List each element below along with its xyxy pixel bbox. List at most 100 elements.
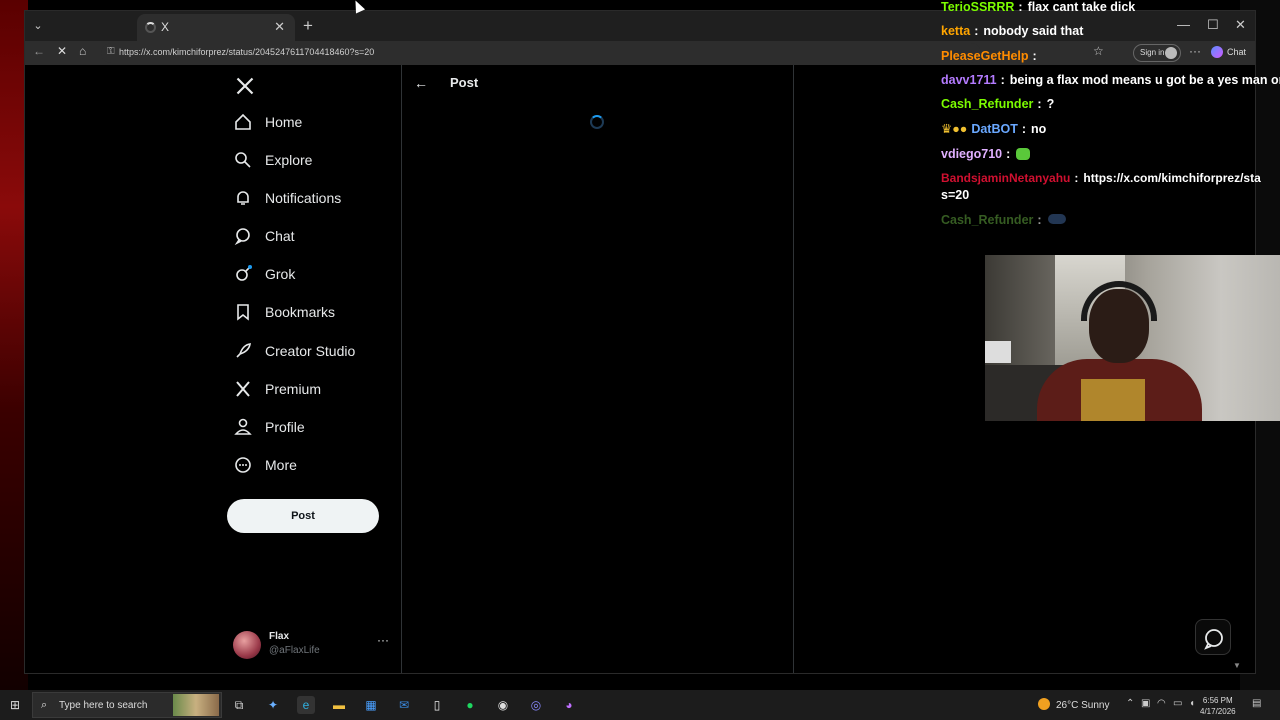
nav-item-label: Grok (265, 266, 296, 282)
url-text: https://x.com/kimchiforprez/status/20452… (119, 47, 375, 57)
home-icon (235, 113, 251, 130)
nav-item-label: Creator Studio (265, 343, 356, 359)
clock-date: 4/17/2026 (1200, 707, 1236, 716)
page-title: Post (450, 75, 479, 90)
lock-icon: ⚿ (107, 46, 115, 57)
chat-message: Cash_Refunder:? (941, 97, 1055, 111)
nav-item-premium[interactable]: Premium (233, 374, 321, 404)
search-icon: ⌕ (41, 699, 48, 711)
mail-icon[interactable]: ✉ (395, 696, 413, 714)
nav-item-label: Profile (265, 419, 305, 435)
post-button[interactable]: Post (227, 499, 379, 533)
x-logo-icon[interactable] (235, 75, 255, 97)
account-name: Flax (269, 631, 290, 642)
chat-message: ♛●● DatBOT: no (941, 122, 1047, 136)
chat-text: nobody said that (983, 24, 1084, 38)
tray-app-icon[interactable]: ▣ (1141, 698, 1150, 709)
chat-username: vdiego710 (941, 147, 1003, 161)
weather-widget[interactable]: 26°C Sunny (1038, 698, 1109, 711)
volume-icon[interactable]: ◖ (1189, 698, 1195, 709)
store-icon[interactable]: ▦ (362, 696, 380, 714)
nav-item-more[interactable]: More (233, 450, 297, 480)
chat-message: TerioSSRRR: flax cant take dick (941, 0, 1136, 14)
bell-icon (237, 191, 249, 205)
chat-badge-icons: ♛●● (941, 122, 968, 136)
windows-start-icon[interactable]: ⊞ (6, 696, 24, 714)
tab-close-icon[interactable]: ✕ (274, 19, 285, 35)
nav-item-explore[interactable]: Explore (233, 145, 312, 175)
nav-item-grok[interactable]: Grok (233, 259, 295, 289)
chat-bubble-icon (234, 228, 250, 246)
network-icon[interactable]: ◠ (1157, 698, 1166, 709)
back-arrow-icon[interactable]: ← (33, 44, 45, 58)
chat-message: davv1711: being a flax mod means u got be… (941, 73, 1280, 87)
copilot-icon (1211, 46, 1223, 58)
nav-item-home[interactable]: Home (233, 107, 302, 137)
obs-icon[interactable]: ◉ (494, 696, 512, 714)
browser-tab[interactable]: X ✕ (137, 14, 295, 41)
app-icon[interactable]: ◎ (527, 696, 545, 714)
home-button-icon[interactable]: ⌂ (79, 44, 86, 58)
browser-toolbar: ← ✕ ⌂ ⚿ https://x.com/kimchiforprez/stat… (25, 41, 1255, 65)
chat-text: s=20 (941, 188, 970, 202)
maximize-icon[interactable]: ☐ (1207, 17, 1219, 33)
chat-username: Cash_Refunder (941, 97, 1034, 111)
notifications-icon[interactable]: ▤ (1252, 698, 1261, 709)
copilot-app-icon[interactable]: ✦ (264, 696, 282, 714)
account-switcher[interactable]: Flax @aFlaxLife ··· (233, 631, 393, 665)
windows-taskbar: ⊞ ⌕ Type here to search ⧉ ✦ e ▬ ▦ ✉ ▯ ● … (0, 690, 1280, 720)
weather-text: 26°C Sunny (1056, 700, 1110, 711)
spotify-icon[interactable]: ● (461, 696, 479, 714)
edge-browser-icon[interactable]: e (297, 696, 315, 714)
minimize-icon[interactable]: — (1177, 17, 1190, 32)
search-highlight-image (173, 694, 219, 716)
chat-message: PleaseGetHelp: (941, 49, 1037, 63)
search-placeholder: Type here to search (59, 700, 148, 711)
loading-spinner-icon (590, 115, 604, 129)
nav-item-label: Premium (265, 381, 322, 397)
chat-text: https://x.com/kimchiforprez/sta (1083, 171, 1261, 185)
address-bar[interactable]: ⚿ https://x.com/kimchiforprez/status/204… (101, 43, 981, 63)
task-view-icon[interactable]: ⧉ (230, 696, 248, 714)
discord-icon[interactable]: ◕ (560, 696, 578, 714)
nav-item-chat[interactable]: Chat (233, 221, 295, 251)
chat-username: DatBOT (971, 122, 1018, 136)
nav-item-label: Chat (265, 228, 295, 244)
more-dots-icon: ··· (377, 633, 389, 647)
taskbar-search[interactable]: ⌕ Type here to search (32, 692, 222, 718)
copilot-chat-button[interactable]: Chat (1211, 46, 1246, 58)
notepad-icon[interactable]: ▯ (428, 696, 446, 714)
nav-item-creator-studio[interactable]: Creator Studio (233, 336, 355, 366)
more-menu-icon[interactable]: ··· (1189, 44, 1201, 58)
profile-avatar-icon (1165, 47, 1177, 59)
close-window-icon[interactable]: ✕ (1235, 17, 1246, 33)
chat-username: PleaseGetHelp (941, 49, 1029, 63)
chat-text: flax cant take dick (1027, 0, 1136, 14)
bookmark-icon (237, 304, 249, 321)
chat-text: being a flax mod means u got be a yes ma… (1009, 73, 1280, 87)
stop-loading-icon[interactable]: ✕ (57, 44, 67, 58)
taskbar-clock[interactable]: 6:56 PM 4/17/2026 (1200, 695, 1236, 717)
grok-icon (236, 265, 252, 281)
chat-message: Cash_Refunder: (941, 213, 1066, 227)
favorite-star-icon[interactable]: ☆ (1093, 44, 1104, 58)
nav-item-profile[interactable]: Profile (233, 412, 305, 442)
nav-item-notifications[interactable]: Notifications (233, 183, 341, 213)
scroll-down-arrow[interactable]: ▼ (1233, 661, 1241, 670)
clock-time: 6:56 PM (1202, 696, 1233, 705)
nav-item-bookmarks[interactable]: Bookmarks (233, 297, 335, 327)
more-circle-icon (235, 457, 251, 473)
display-icon[interactable]: ▭ (1173, 698, 1182, 709)
sign-in-button[interactable]: Sign in (1133, 44, 1181, 62)
chat-text: no (1031, 122, 1047, 136)
file-explorer-icon[interactable]: ▬ (330, 696, 348, 714)
tab-list-dropdown[interactable]: ⌄ (29, 17, 47, 35)
chat-username: TerioSSRRR (941, 0, 1015, 14)
back-arrow-icon[interactable]: ← (414, 75, 428, 91)
new-tab-icon[interactable]: + (303, 16, 313, 36)
tray-chevron-icon[interactable]: ⌃ (1126, 698, 1134, 709)
sun-icon (1038, 698, 1050, 710)
chat-float-button[interactable] (1195, 619, 1231, 655)
avatar (233, 631, 261, 659)
chat-text: ? (1046, 97, 1055, 111)
